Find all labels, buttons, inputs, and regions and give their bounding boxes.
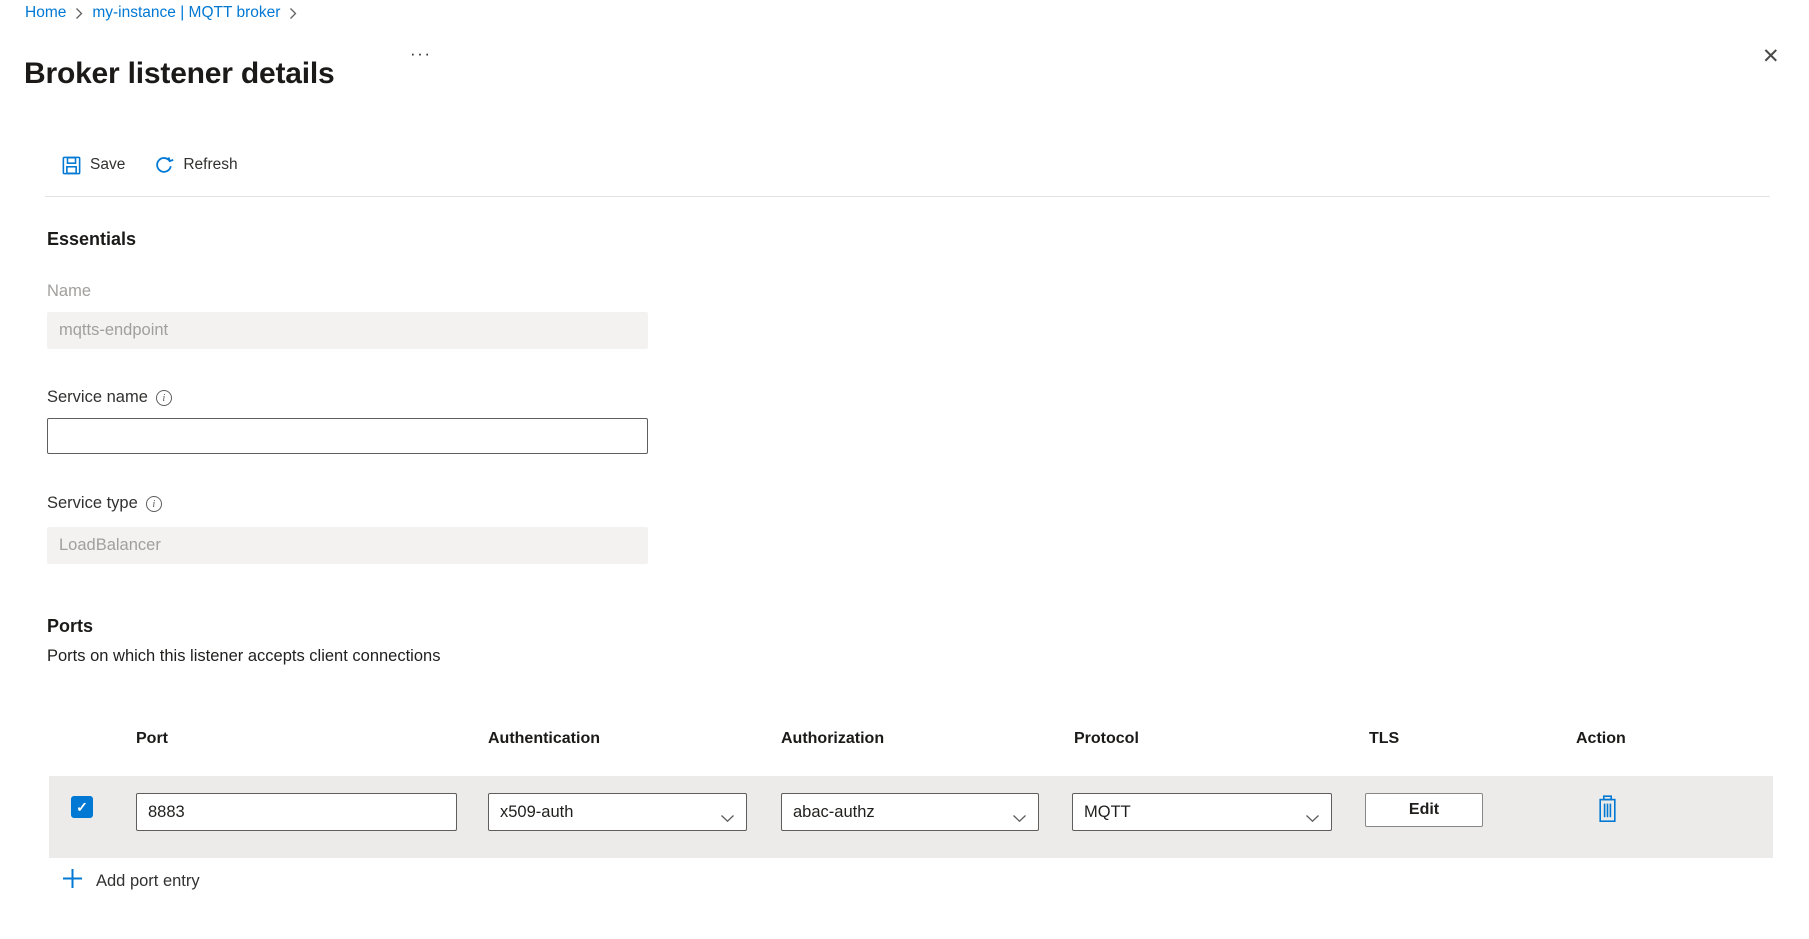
column-header-authentication: Authentication xyxy=(488,730,600,748)
tls-edit-button[interactable]: Edit xyxy=(1365,793,1483,827)
chevron-down-icon xyxy=(720,809,735,828)
column-header-tls: TLS xyxy=(1369,730,1399,748)
column-header-port: Port xyxy=(136,730,168,748)
authorization-dropdown[interactable]: abac-authz xyxy=(781,793,1039,831)
column-header-action: Action xyxy=(1576,730,1626,748)
toolbar-divider xyxy=(45,196,1770,197)
name-label-text: Name xyxy=(47,282,91,301)
breadcrumb-chevron-icon xyxy=(289,7,297,20)
service-type-field: LoadBalancer xyxy=(47,527,648,564)
breadcrumb-link-mqtt-broker[interactable]: my-instance | MQTT broker xyxy=(92,4,280,22)
protocol-dropdown-value: MQTT xyxy=(1084,803,1131,822)
authentication-dropdown[interactable]: x509-auth xyxy=(488,793,747,831)
chevron-down-icon xyxy=(1012,809,1027,828)
breadcrumb: Home my-instance | MQTT broker xyxy=(25,4,297,22)
ports-description: Ports on which this listener accepts cli… xyxy=(47,647,440,666)
refresh-icon xyxy=(154,155,174,175)
add-port-entry-button[interactable]: Add port entry xyxy=(62,868,200,894)
column-header-protocol: Protocol xyxy=(1074,730,1139,748)
essentials-heading: Essentials xyxy=(47,229,136,250)
page-title: Broker listener details xyxy=(24,57,335,91)
service-name-input[interactable] xyxy=(47,418,648,454)
save-button[interactable]: Save xyxy=(47,148,139,182)
breadcrumb-link-home[interactable]: Home xyxy=(25,4,66,22)
port-table-row: ✓ x509-auth abac-authz MQTT Edit xyxy=(49,776,1773,858)
info-icon[interactable]: i xyxy=(146,496,162,512)
breadcrumb-chevron-icon xyxy=(75,7,83,20)
refresh-button-label: Refresh xyxy=(183,156,237,174)
close-icon[interactable]: ✕ xyxy=(1762,46,1780,67)
authentication-dropdown-value: x509-auth xyxy=(500,803,573,822)
info-icon[interactable]: i xyxy=(156,390,172,406)
more-options-icon[interactable]: ··· xyxy=(410,44,431,64)
command-bar: Save Refresh xyxy=(47,148,252,182)
protocol-dropdown[interactable]: MQTT xyxy=(1072,793,1332,831)
save-button-label: Save xyxy=(90,156,125,174)
port-input[interactable] xyxy=(136,793,457,831)
name-field: mqtts-endpoint xyxy=(47,312,648,349)
service-type-label-text: Service type xyxy=(47,494,138,513)
name-label: Name xyxy=(47,282,91,301)
service-name-label-text: Service name xyxy=(47,388,148,407)
add-port-entry-label: Add port entry xyxy=(96,872,200,891)
broker-listener-details-page: Home my-instance | MQTT broker Broker li… xyxy=(0,0,1809,939)
checkmark-icon: ✓ xyxy=(76,799,88,816)
ports-heading: Ports xyxy=(47,616,93,637)
service-type-label: Service type i xyxy=(47,494,162,513)
delete-row-button[interactable] xyxy=(1595,795,1619,825)
plus-icon xyxy=(62,868,83,894)
row-select-checkbox[interactable]: ✓ xyxy=(71,796,93,818)
chevron-down-icon xyxy=(1305,809,1320,828)
column-header-authorization: Authorization xyxy=(781,730,884,748)
authorization-dropdown-value: abac-authz xyxy=(793,803,875,822)
trash-icon xyxy=(1596,811,1619,826)
save-icon xyxy=(62,156,81,175)
service-name-label: Service name i xyxy=(47,388,172,407)
refresh-button[interactable]: Refresh xyxy=(139,148,251,182)
